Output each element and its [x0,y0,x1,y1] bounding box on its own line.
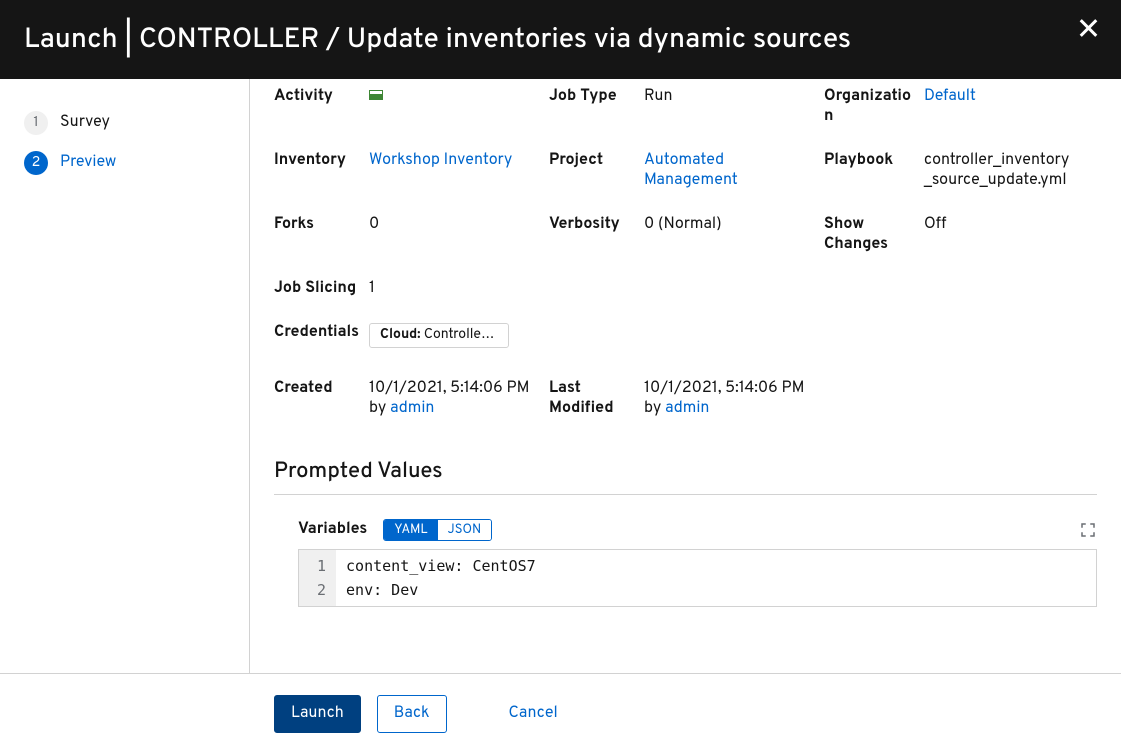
back-button[interactable]: Back [377,695,447,733]
value-lastmodified: 10/1/2021, 5:14:06 PM by admin [644,379,824,419]
code-line: content_view: CentOS7 [346,554,536,578]
wizard-step-num: 2 [24,151,48,175]
label-jobslicing: Job Slicing [274,279,369,299]
modal-body: 1 Survey 2 Preview Activity Job Type Run… [0,79,1121,673]
label-activity: Activity [274,87,369,127]
label-showchanges: Show Changes [824,215,924,255]
code-gutter: 1 2 [299,550,336,606]
label-organization: Organization [824,87,924,127]
launch-button[interactable]: Launch [274,695,361,733]
created-timestamp: 10/1/2021, 5:14:06 PM [369,379,529,399]
detail-grid: Activity Job Type Run Organization Defau… [274,79,1097,419]
close-button[interactable] [1079,19,1097,44]
wizard-nav: 1 Survey 2 Preview [0,79,250,673]
lastmod-by-prefix: by [644,399,665,419]
variables-label: Variables [298,520,367,540]
credential-chip[interactable]: Cloud: Controller Cre... [369,323,509,348]
value-forks: 0 [369,215,549,255]
line-number: 2 [317,578,326,602]
modal-footer: Launch Back Cancel [0,673,1121,753]
label-project: Project [549,151,644,191]
credential-name: Controller Cre... [424,327,509,344]
wizard-step-survey[interactable]: 1 Survey [24,103,233,143]
wizard-step-label: Survey [60,113,110,133]
label-credentials: Credentials [274,323,369,355]
toggle-yaml[interactable]: YAML [384,520,437,540]
label-playbook: Playbook [824,151,924,191]
close-icon [1079,19,1097,37]
expand-icon[interactable] [1079,521,1097,539]
link-lastmod-by[interactable]: admin [665,399,709,419]
code-line: env: Dev [346,578,536,602]
created-by-prefix: by [369,399,390,419]
label-inventory: Inventory [274,151,369,191]
wizard-step-preview[interactable]: 2 Preview [24,143,233,183]
wizard-step-num: 1 [24,111,48,135]
value-verbosity: 0 (Normal) [644,215,824,255]
line-number: 1 [317,554,326,578]
value-credentials: Cloud: Controller Cre... [369,323,1084,355]
value-playbook: controller_inventory_source_update.yml [924,151,1084,191]
main-content: Activity Job Type Run Organization Defau… [250,79,1121,673]
link-project[interactable]: Automated Management [644,151,738,191]
value-activity [369,87,549,127]
value-jobslicing: 1 [369,279,549,299]
credential-kind: Cloud: [380,327,421,344]
label-forks: Forks [274,215,369,255]
value-organization: Default [924,87,1084,127]
toggle-json[interactable]: JSON [438,520,492,540]
label-lastmodified: Last Modified [549,379,644,419]
value-inventory: Workshop Inventory [369,151,549,191]
label-jobtype: Job Type [549,87,644,127]
section-divider [274,494,1097,495]
prompted-values-heading: Prompted Values [274,459,1097,486]
variables-editor[interactable]: 1 2 content_view: CentOS7env: Dev [298,549,1097,607]
format-toggle-group: YAML JSON [383,519,492,541]
value-showchanges: Off [924,215,1084,255]
wizard-step-label: Preview [60,153,116,173]
variables-row: Variables YAML JSON [274,519,1097,541]
value-created: 10/1/2021, 5:14:06 PM by admin [369,379,549,419]
link-organization[interactable]: Default [924,87,976,107]
value-project: Automated Management [644,151,824,191]
activity-sparkline-icon [369,90,383,100]
main-scroll[interactable]: Activity Job Type Run Organization Defau… [250,79,1121,673]
code-content: content_view: CentOS7env: Dev [336,550,546,606]
value-jobtype: Run [644,87,824,127]
label-verbosity: Verbosity [549,215,644,255]
link-created-by[interactable]: admin [390,399,434,419]
modal-title: Launch | CONTROLLER / Update inventories… [24,22,851,58]
link-inventory[interactable]: Workshop Inventory [369,151,512,171]
cancel-button[interactable]: Cancel [493,696,574,732]
label-created: Created [274,379,369,419]
modal-header: Launch | CONTROLLER / Update inventories… [0,0,1121,79]
lastmod-timestamp: 10/1/2021, 5:14:06 PM [644,379,804,399]
